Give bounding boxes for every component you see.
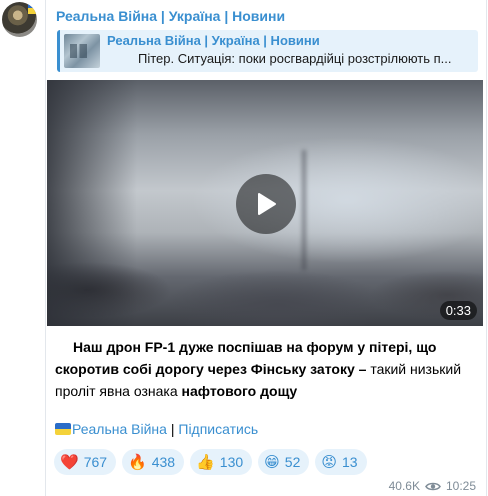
reaction-count: 130 — [219, 454, 244, 470]
video-player[interactable]: 0:33 — [47, 80, 483, 326]
reply-author: Реальна Війна | Україна | Новини — [107, 33, 320, 48]
subscribe-separator: | — [166, 421, 179, 437]
ukraine-flag-badge — [28, 2, 37, 14]
message-bold-end: нафтового дощу — [181, 383, 298, 399]
message-time: 10:25 — [445, 479, 476, 493]
reaction-count: 438 — [151, 454, 176, 470]
fire-icon: 🔥 — [128, 453, 147, 471]
reaction-grin[interactable]: 😁 52 — [258, 449, 310, 475]
heart-icon: ❤️ — [60, 453, 79, 471]
subscribe-line: Реальна Війна | Підписатись — [55, 421, 258, 437]
view-count: 40.6K — [388, 479, 420, 493]
channel-link[interactable]: Реальна Війна — [72, 421, 167, 437]
reply-quote[interactable]: Реальна Війна | Україна | Новини Пітер. … — [57, 30, 478, 72]
channel-name[interactable]: Реальна Війна | Україна | Новини — [56, 8, 285, 24]
ukraine-flag-icon — [55, 423, 71, 435]
message-card: Реальна Війна | Україна | Новини Реальна… — [45, 0, 487, 496]
grin-icon: 😁 — [264, 453, 280, 471]
angry-face-icon: 😡 — [321, 453, 337, 471]
reply-thumbnail — [64, 34, 100, 68]
reaction-count: 767 — [83, 454, 108, 470]
eye-icon — [425, 482, 441, 490]
reaction-count: 13 — [342, 454, 358, 470]
reaction-count: 52 — [284, 454, 301, 470]
message-meta: 40.6K 10:25 — [389, 479, 476, 493]
reaction-thumbs-up[interactable]: 👍 130 — [190, 449, 253, 475]
reply-snippet: Пітер. Ситуація: поки росгвардійці розст… — [138, 51, 452, 66]
thumbs-up-icon: 👍 — [196, 453, 215, 471]
reaction-fire[interactable]: 🔥 438 — [122, 449, 185, 475]
play-button[interactable] — [236, 174, 296, 234]
channel-avatar[interactable] — [2, 2, 37, 37]
play-icon — [258, 193, 276, 215]
message-text: Наш дрон FP-1 дуже поспішав на форум у п… — [55, 336, 475, 402]
video-duration: 0:33 — [439, 301, 477, 320]
subscribe-link[interactable]: Підписатись — [178, 421, 258, 437]
reaction-heart[interactable]: ❤️ 767 — [54, 449, 117, 475]
reaction-angry[interactable]: 😡 13 — [315, 449, 367, 475]
reactions-bar: ❤️ 767 🔥 438 👍 130 😁 52 😡 13 — [54, 449, 367, 475]
